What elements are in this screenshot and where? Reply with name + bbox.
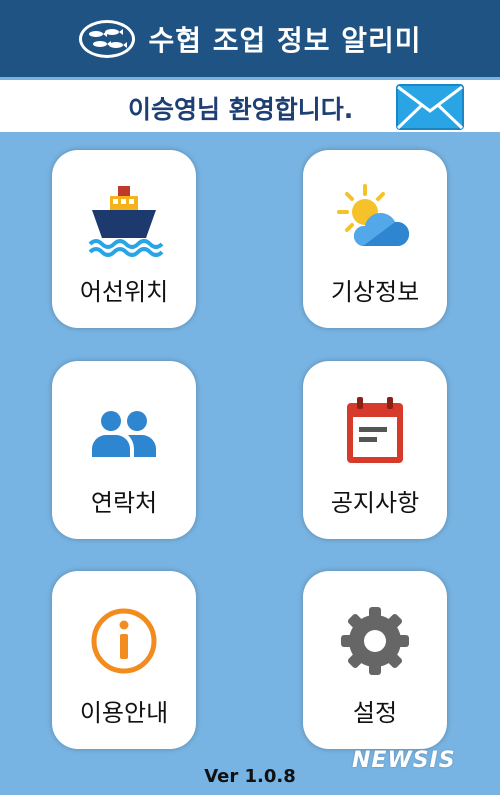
menu-tile-weather[interactable]: 기상정보 [303, 150, 447, 328]
menu-tile-guide[interactable]: 이용안내 [52, 571, 196, 749]
app-title: 수협 조업 정보 알리미 [148, 23, 422, 57]
menu-tile-label: 연락처 [90, 489, 158, 517]
contacts-people-icon [92, 411, 156, 457]
menu-tile-label: 공지사항 [330, 489, 420, 517]
weather-sun-cloud-icon [337, 184, 410, 246]
gear-icon [341, 607, 409, 675]
menu-tile-label: 기상정보 [330, 278, 420, 306]
calendar-notice-icon [347, 397, 403, 463]
menu-tile-contacts[interactable]: 연락처 [52, 361, 196, 539]
menu-tile-label: 설정 [352, 699, 398, 727]
app-header: 수협 조업 정보 알리미 [0, 0, 500, 77]
app-version: Ver 1.0.8 [204, 766, 296, 787]
menu-tile-notices[interactable]: 공지사항 [303, 361, 447, 539]
ship-icon [88, 186, 164, 257]
menu-tile-label: 이용안내 [79, 699, 169, 727]
fish-logo-icon [79, 19, 136, 58]
menu-tile-vessel-location[interactable]: 어선위치 [52, 150, 196, 328]
menu-tile-label: 어선위치 [79, 278, 169, 306]
info-icon [91, 608, 157, 674]
menu-tile-settings[interactable]: 설정 [303, 571, 447, 749]
envelope-icon[interactable] [396, 84, 464, 130]
welcome-message: 이승영님 환영합니다. [128, 95, 354, 124]
